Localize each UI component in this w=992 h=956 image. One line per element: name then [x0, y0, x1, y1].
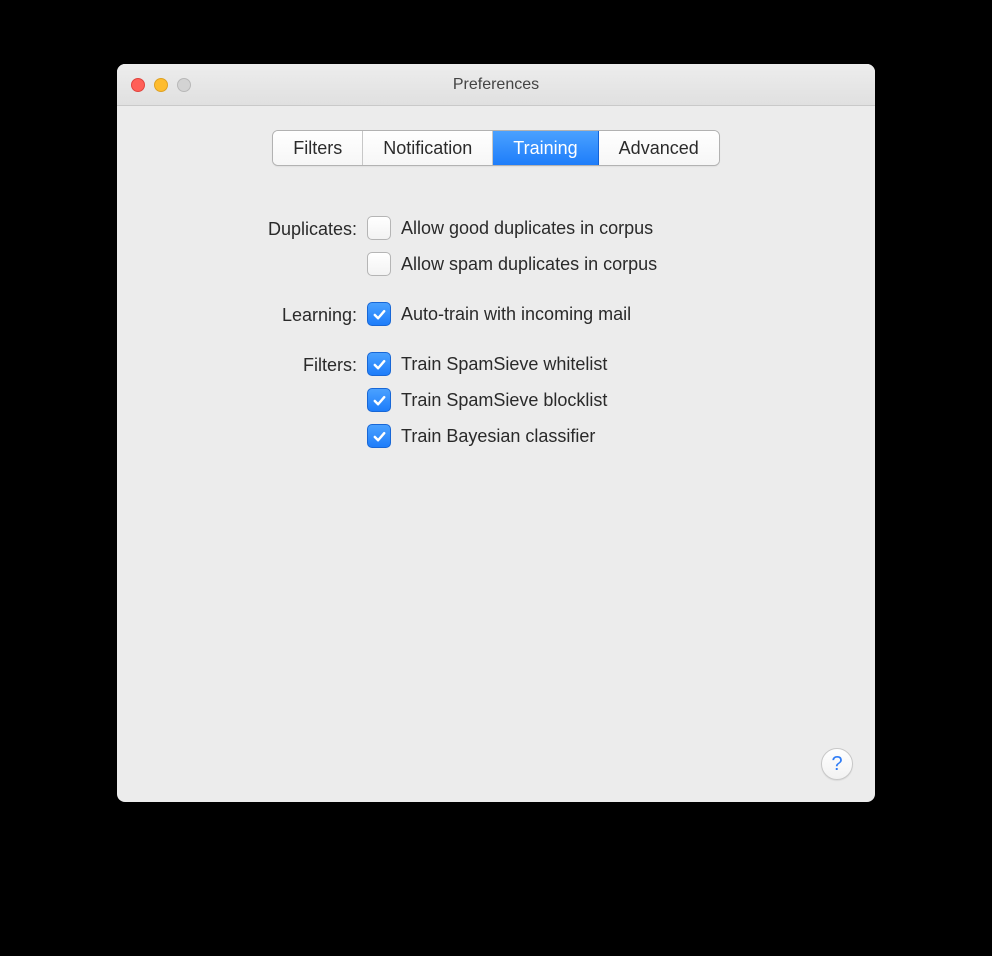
option-label: Train SpamSieve blocklist — [401, 390, 607, 411]
checkbox-allow-good-duplicates[interactable] — [367, 216, 391, 240]
tab-filters[interactable]: Filters — [273, 131, 363, 165]
minimize-window-button[interactable] — [154, 78, 168, 92]
filters-group: Filters: Train SpamSieve whitelist Train… — [207, 352, 835, 448]
option-label: Allow good duplicates in corpus — [401, 218, 653, 239]
option-train-blocklist[interactable]: Train SpamSieve blocklist — [367, 388, 835, 412]
option-label: Train Bayesian classifier — [401, 426, 595, 447]
option-label: Train SpamSieve whitelist — [401, 354, 607, 375]
duplicates-group: Duplicates: Allow good duplicates in cor… — [207, 216, 835, 276]
duplicates-options: Allow good duplicates in corpus Allow sp… — [367, 216, 835, 276]
filters-options: Train SpamSieve whitelist Train SpamSiev… — [367, 352, 835, 448]
learning-label: Learning: — [207, 302, 357, 326]
option-allow-spam-duplicates[interactable]: Allow spam duplicates in corpus — [367, 252, 835, 276]
option-auto-train[interactable]: Auto-train with incoming mail — [367, 302, 835, 326]
tab-training[interactable]: Training — [493, 131, 598, 165]
checkbox-train-blocklist[interactable] — [367, 388, 391, 412]
option-train-whitelist[interactable]: Train SpamSieve whitelist — [367, 352, 835, 376]
window-controls — [117, 78, 191, 92]
checkmark-icon — [372, 357, 387, 372]
zoom-window-button[interactable] — [177, 78, 191, 92]
help-icon: ? — [831, 753, 842, 776]
titlebar: Preferences — [117, 64, 875, 106]
checkmark-icon — [372, 429, 387, 444]
window-title: Preferences — [117, 76, 875, 94]
learning-options: Auto-train with incoming mail — [367, 302, 835, 326]
checkbox-train-bayesian[interactable] — [367, 424, 391, 448]
checkbox-train-whitelist[interactable] — [367, 352, 391, 376]
preferences-window: Preferences Filters Notification Trainin… — [117, 64, 875, 802]
training-form: Duplicates: Allow good duplicates in cor… — [117, 216, 875, 474]
option-allow-good-duplicates[interactable]: Allow good duplicates in corpus — [367, 216, 835, 240]
close-window-button[interactable] — [131, 78, 145, 92]
tab-notification[interactable]: Notification — [363, 131, 493, 165]
option-label: Allow spam duplicates in corpus — [401, 254, 657, 275]
filters-label: Filters: — [207, 352, 357, 448]
content-area: Filters Notification Training Advanced D… — [117, 106, 875, 802]
checkmark-icon — [372, 307, 387, 322]
checkbox-allow-spam-duplicates[interactable] — [367, 252, 391, 276]
tab-bar: Filters Notification Training Advanced — [272, 130, 719, 166]
checkbox-auto-train[interactable] — [367, 302, 391, 326]
option-train-bayesian[interactable]: Train Bayesian classifier — [367, 424, 835, 448]
learning-group: Learning: Auto-train with incoming mail — [207, 302, 835, 326]
help-button[interactable]: ? — [821, 748, 853, 780]
checkmark-icon — [372, 393, 387, 408]
tab-advanced[interactable]: Advanced — [599, 131, 719, 165]
duplicates-label: Duplicates: — [207, 216, 357, 276]
option-label: Auto-train with incoming mail — [401, 304, 631, 325]
